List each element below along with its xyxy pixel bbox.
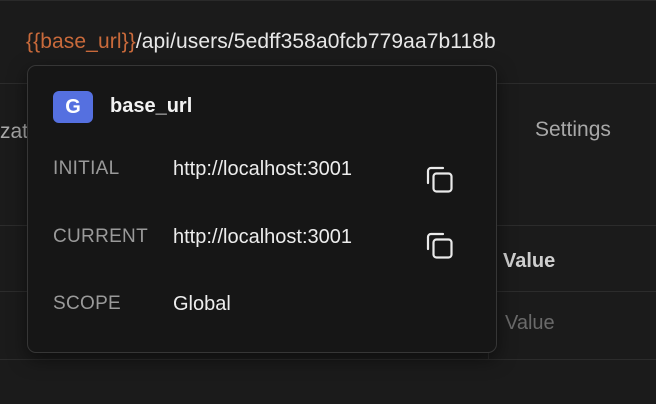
url-input[interactable]: {{base_url}}/api/users/5edff358a0fcb779a…: [26, 30, 496, 54]
request-editor: {{base_url}}/api/users/5edff358a0fcb779a…: [0, 0, 656, 404]
copy-current-button[interactable]: [424, 229, 458, 263]
variable-name: base_url: [110, 95, 193, 117]
url-variable-token[interactable]: {{base_url}}: [26, 30, 136, 53]
tab-settings[interactable]: Settings: [535, 118, 611, 142]
value-input[interactable]: Value: [505, 312, 555, 335]
copy-icon: [424, 163, 458, 197]
initial-label: INITIAL: [53, 158, 120, 179]
variable-popover: G base_url INITIAL http://localhost:3001…: [27, 65, 497, 353]
global-scope-badge: G: [53, 91, 93, 123]
column-header-value: Value: [503, 250, 556, 272]
current-label: CURRENT: [53, 226, 148, 247]
copy-icon: [424, 229, 458, 263]
url-path-text: /api/users/5edff358a0fcb779aa7b118b: [135, 30, 496, 53]
copy-initial-button[interactable]: [424, 163, 458, 197]
scope-value: Global: [173, 293, 231, 315]
tab-authorization[interactable]: zat: [0, 120, 28, 144]
scope-label: SCOPE: [53, 293, 122, 314]
current-value: http://localhost:3001: [173, 226, 353, 248]
initial-value: http://localhost:3001: [173, 158, 353, 180]
